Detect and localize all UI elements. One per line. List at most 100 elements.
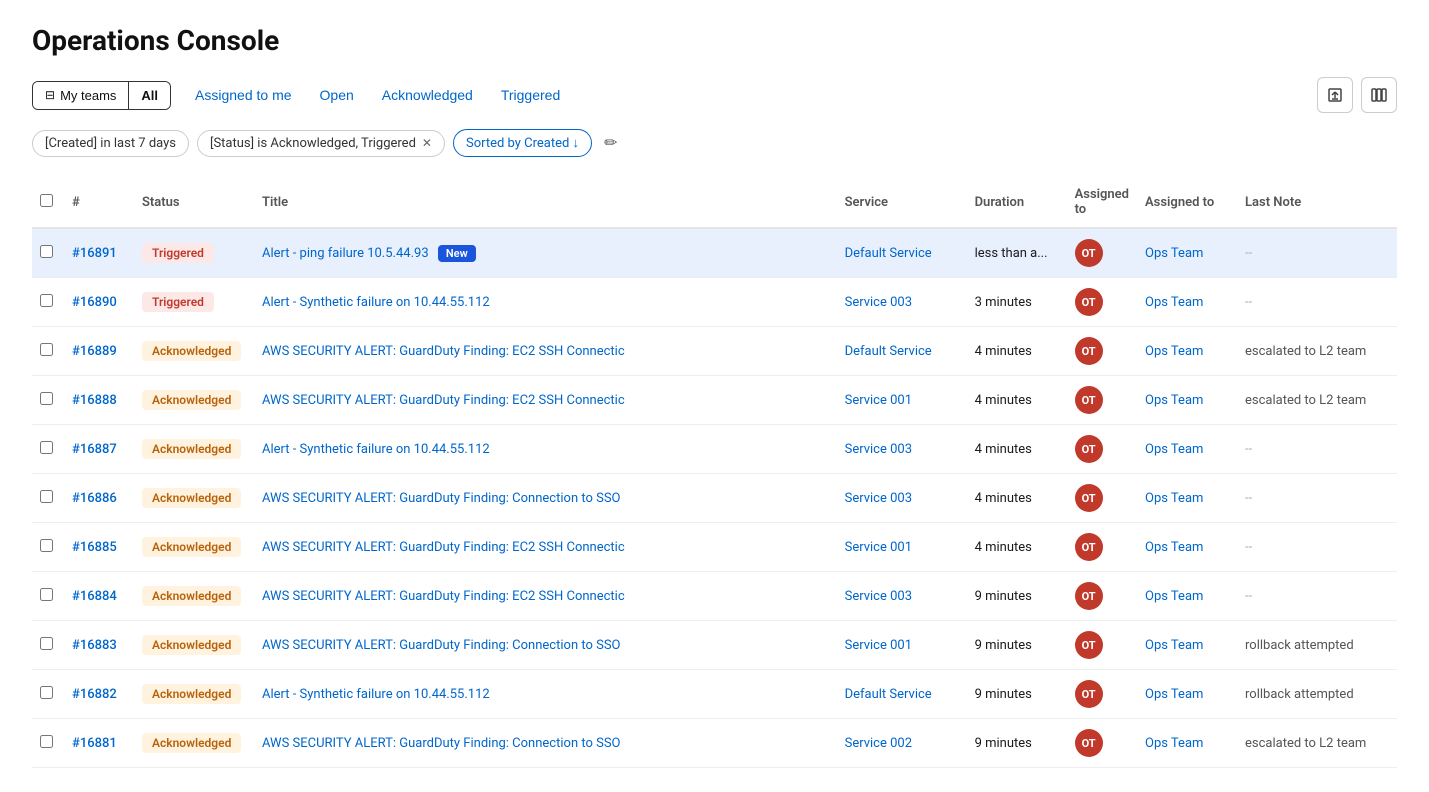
col-header-number: #	[64, 177, 134, 228]
last-note: --	[1245, 295, 1252, 310]
my-teams-label: My teams	[60, 88, 116, 103]
col-header-status: Status	[134, 177, 254, 228]
col-header-assigned2: Assigned to	[1137, 177, 1237, 228]
service-link[interactable]: Service 003	[845, 442, 912, 457]
assigned-team-link[interactable]: Ops Team	[1145, 687, 1203, 702]
assigned-team-link[interactable]: Ops Team	[1145, 442, 1203, 457]
last-note: rollback attempted	[1245, 638, 1354, 653]
assigned-team-link[interactable]: Ops Team	[1145, 393, 1203, 408]
all-button[interactable]: All	[129, 82, 170, 109]
table-row: #16889 Acknowledged AWS SECURITY ALERT: …	[32, 327, 1397, 376]
row-checkbox[interactable]	[40, 588, 53, 601]
assigned-team-link[interactable]: Ops Team	[1145, 540, 1203, 555]
incident-title-link[interactable]: AWS SECURITY ALERT: GuardDuty Finding: C…	[262, 491, 621, 506]
row-checkbox[interactable]	[40, 686, 53, 699]
service-link[interactable]: Service 001	[845, 393, 912, 408]
duration-value: 4 minutes	[975, 540, 1032, 555]
avatar: OT	[1075, 631, 1103, 659]
row-checkbox[interactable]	[40, 441, 53, 454]
service-link[interactable]: Service 001	[845, 540, 912, 555]
tab-open[interactable]: Open	[308, 81, 366, 109]
assigned-team-link[interactable]: Ops Team	[1145, 491, 1203, 506]
tab-acknowledged[interactable]: Acknowledged	[370, 81, 485, 109]
service-link[interactable]: Service 003	[845, 589, 912, 604]
duration-value: 9 minutes	[975, 687, 1032, 702]
service-link[interactable]: Service 003	[845, 295, 912, 310]
duration-value: 3 minutes	[975, 295, 1032, 310]
tab-assigned-to-me[interactable]: Assigned to me	[183, 81, 304, 109]
incident-title-link[interactable]: Alert - Synthetic failure on 10.44.55.11…	[262, 295, 490, 310]
edit-filters-button[interactable]: ✏	[600, 129, 621, 157]
incident-id-link[interactable]: #16888	[72, 393, 117, 408]
status-badge: Acknowledged	[142, 586, 241, 606]
assigned-team-link[interactable]: Ops Team	[1145, 246, 1203, 261]
service-link[interactable]: Default Service	[845, 246, 932, 261]
assigned-team-link[interactable]: Ops Team	[1145, 295, 1203, 310]
incident-title-link[interactable]: AWS SECURITY ALERT: GuardDuty Finding: C…	[262, 736, 621, 751]
select-all-checkbox[interactable]	[40, 194, 53, 207]
last-note: --	[1245, 589, 1252, 604]
export-button[interactable]	[1317, 77, 1353, 113]
incident-id-link[interactable]: #16886	[72, 491, 117, 506]
status-badge: Acknowledged	[142, 488, 241, 508]
assigned-team-link[interactable]: Ops Team	[1145, 638, 1203, 653]
status-filter-remove[interactable]: ✕	[422, 136, 432, 150]
incident-title-link[interactable]: AWS SECURITY ALERT: GuardDuty Finding: E…	[262, 344, 625, 359]
assigned-team-link[interactable]: Ops Team	[1145, 736, 1203, 751]
funnel-icon: ⊟	[45, 88, 55, 102]
avatar: OT	[1075, 582, 1103, 610]
incident-title-link[interactable]: AWS SECURITY ALERT: GuardDuty Finding: E…	[262, 393, 625, 408]
my-teams-button[interactable]: ⊟ My teams	[33, 82, 129, 109]
row-checkbox[interactable]	[40, 490, 53, 503]
sort-chip[interactable]: Sorted by Created ↓	[453, 129, 592, 157]
last-note: --	[1245, 491, 1252, 506]
incident-id-link[interactable]: #16884	[72, 589, 117, 604]
incident-id-link[interactable]: #16889	[72, 344, 117, 359]
incident-id-link[interactable]: #16885	[72, 540, 117, 555]
incident-id-link[interactable]: #16887	[72, 442, 117, 457]
new-badge: New	[438, 245, 476, 262]
incidents-table: # Status Title Service Duration Assigned…	[32, 177, 1397, 768]
service-link[interactable]: Service 001	[845, 638, 912, 653]
row-checkbox[interactable]	[40, 637, 53, 650]
status-badge: Acknowledged	[142, 439, 241, 459]
incident-title-link[interactable]: AWS SECURITY ALERT: GuardDuty Finding: C…	[262, 638, 621, 653]
incident-id-link[interactable]: #16891	[72, 246, 117, 261]
tab-triggered[interactable]: Triggered	[489, 81, 572, 109]
service-link[interactable]: Service 002	[845, 736, 912, 751]
page-title: Operations Console	[32, 24, 1397, 57]
row-checkbox[interactable]	[40, 343, 53, 356]
incident-title-link[interactable]: AWS SECURITY ALERT: GuardDuty Finding: E…	[262, 540, 625, 555]
assigned-team-link[interactable]: Ops Team	[1145, 589, 1203, 604]
columns-button[interactable]	[1361, 77, 1397, 113]
incident-id-link[interactable]: #16883	[72, 638, 117, 653]
incident-id-link[interactable]: #16882	[72, 687, 117, 702]
service-link[interactable]: Default Service	[845, 687, 932, 702]
incident-title-link[interactable]: Alert - ping failure 10.5.44.93	[262, 246, 429, 261]
duration-value: 4 minutes	[975, 344, 1032, 359]
incident-title-link[interactable]: AWS SECURITY ALERT: GuardDuty Finding: E…	[262, 589, 625, 604]
incident-title-link[interactable]: Alert - Synthetic failure on 10.44.55.11…	[262, 687, 490, 702]
row-checkbox[interactable]	[40, 539, 53, 552]
service-link[interactable]: Default Service	[845, 344, 932, 359]
table-row: #16881 Acknowledged AWS SECURITY ALERT: …	[32, 719, 1397, 768]
row-checkbox[interactable]	[40, 245, 53, 258]
row-checkbox[interactable]	[40, 735, 53, 748]
service-link[interactable]: Service 003	[845, 491, 912, 506]
col-header-duration: Duration	[967, 177, 1067, 228]
status-filter-chip: [Status] is Acknowledged, Triggered ✕	[197, 130, 445, 157]
last-note: --	[1245, 246, 1252, 261]
row-checkbox[interactable]	[40, 294, 53, 307]
last-note: escalated to L2 team	[1245, 736, 1366, 751]
col-header-assigned1: Assigned to	[1067, 177, 1137, 228]
incident-id-link[interactable]: #16890	[72, 295, 117, 310]
status-badge: Acknowledged	[142, 635, 241, 655]
created-filter-chip[interactable]: [Created] in last 7 days	[32, 130, 189, 157]
incident-id-link[interactable]: #16881	[72, 736, 117, 751]
row-checkbox[interactable]	[40, 392, 53, 405]
table-row: #16891 Triggered Alert - ping failure 10…	[32, 228, 1397, 278]
status-badge: Acknowledged	[142, 684, 241, 704]
assigned-team-link[interactable]: Ops Team	[1145, 344, 1203, 359]
incident-title-link[interactable]: Alert - Synthetic failure on 10.44.55.11…	[262, 442, 490, 457]
my-teams-group: ⊟ My teams All	[32, 81, 171, 110]
